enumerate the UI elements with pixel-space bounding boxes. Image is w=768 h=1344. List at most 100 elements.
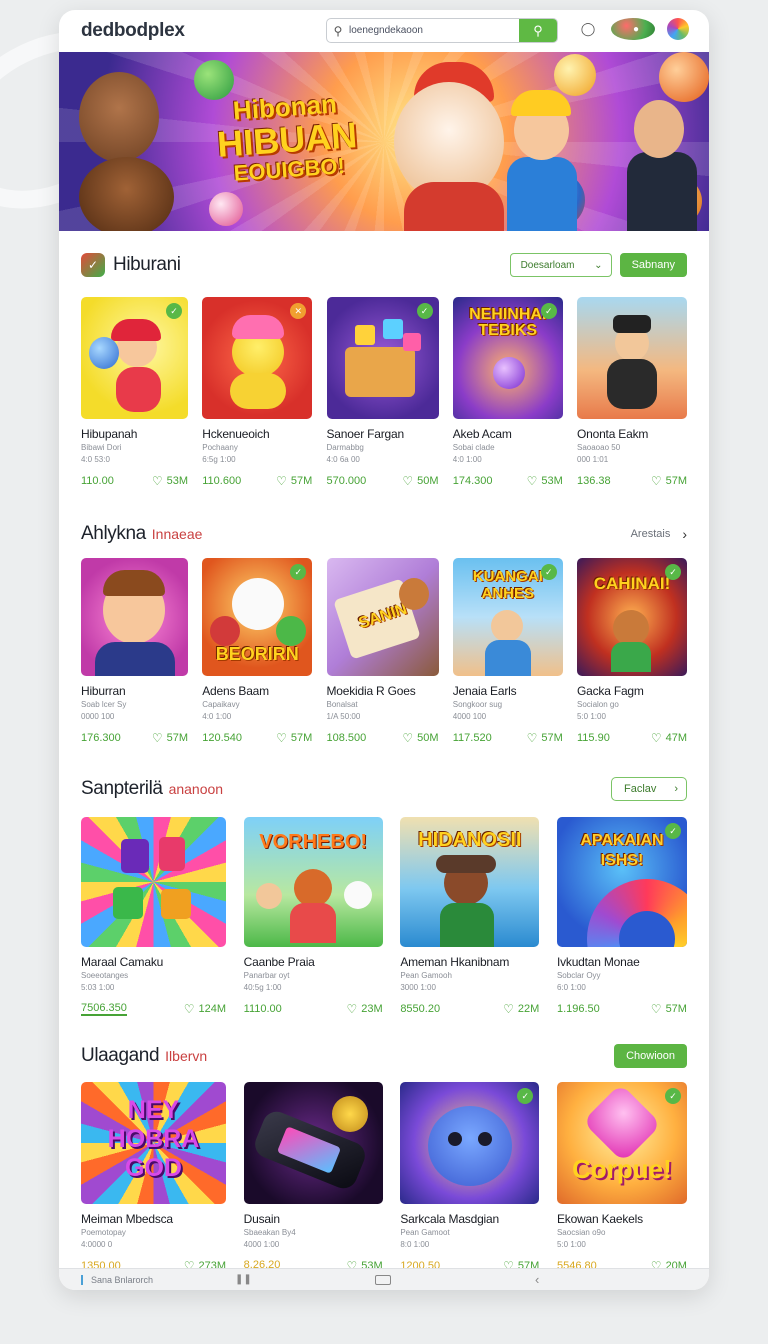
game-thumbnail[interactable]: CAHINAI! ✓ [577, 558, 687, 676]
game-thumbnail[interactable]: APAKAIAN ISHS! ✓ [556, 817, 687, 947]
like-count: ♡ 57M [651, 474, 687, 488]
game-thumbnail[interactable]: NEHINHAI TEBIKS ✓ [452, 297, 563, 419]
game-tile[interactable]: ✓ Sarkcala Masdgian Pean Gamoot 8:0 1:00… [400, 1082, 540, 1273]
game-thumbnail[interactable]: ✓ [81, 297, 188, 419]
search-input[interactable]: loenegndekaoon [349, 25, 519, 36]
heart-icon: ♡ [503, 1002, 514, 1016]
game-tile[interactable]: BEORIRN ✓ Adens Baam Capaikavy 4:0 1:00 … [202, 558, 313, 745]
character-art [490, 610, 523, 642]
thumbnail-art-text: NEY HOBRA GOD [107, 1096, 200, 1182]
game-meta: 40:5g 1:00 [243, 983, 282, 992]
character-art [613, 315, 651, 333]
game-thumbnail[interactable]: VORHEBO! [243, 817, 383, 947]
game-tile[interactable]: Maraal Camaku Soeeotanges 5:03 1:00 7506… [81, 817, 226, 1016]
hero-banner[interactable]: Hibonan HIBUAN EOUIGBO! [59, 52, 709, 231]
like-count: ♡ 50M [402, 731, 438, 745]
sort-dropdown[interactable]: Doesarloam ⌄ [509, 253, 612, 277]
play-count: 117.520 [452, 732, 492, 744]
game-meta: 6:5g 1:00 [202, 455, 236, 464]
game-title: Dusain [243, 1212, 280, 1226]
search-button[interactable]: ⚲ [519, 19, 557, 42]
game-meta: 4000 100 [452, 712, 487, 721]
game-tile[interactable]: Ononta Eakm Saoaoao 50 000 1:01 136.38 ♡… [577, 297, 687, 488]
verified-icon: ✓ [517, 1088, 534, 1104]
game-thumbnail[interactable]: ✓ [400, 1082, 540, 1204]
boy-body [507, 157, 577, 231]
game-tile[interactable]: NEHINHAI TEBIKS ✓ Akeb Acam Sobai clade … [452, 297, 563, 488]
game-tile[interactable]: KUANGAI ANHES ✓ Jenaia Earls Songkoor su… [452, 558, 563, 745]
character-art [398, 578, 429, 610]
notification-icon[interactable]: ◯ [577, 18, 599, 40]
game-thumbnail[interactable]: KUANGAI ANHES ✓ [452, 558, 563, 676]
game-tile[interactable]: ✕ Hckenueoich Pochaany 6:5g 1:00 110.600… [202, 297, 313, 488]
game-tile[interactable]: VORHEBO! Caanbe Praia Panarbar oyt 40:5g… [243, 817, 383, 1016]
game-meta: Bibawi Dori [81, 443, 122, 452]
character-art [232, 578, 285, 630]
game-thumbnail[interactable]: ✕ [202, 297, 313, 419]
gem-art [582, 1083, 662, 1163]
game-tile[interactable]: CAHINAI! ✓ Gacka Fagm Socialon go 5:0 1:… [577, 558, 687, 745]
game-tile[interactable]: APAKAIAN ISHS! ✓ Ivkudtan Monae Sobclar … [556, 817, 687, 1016]
game-meta: Pean Gamoot [400, 1228, 450, 1237]
section-button[interactable]: Sabnany [619, 253, 687, 277]
game-tile[interactable]: Corpue! ✓ Ekowan Kaekels Saocsian o9o 5:… [556, 1082, 687, 1273]
game-thumbnail[interactable] [81, 558, 188, 676]
game-thumbnail[interactable] [243, 1082, 383, 1204]
section-header: ✓ Hiburani Doesarloam ⌄ Sabnany [59, 243, 709, 287]
apps-icon[interactable]: ● [611, 18, 655, 40]
game-tile[interactable]: SANIN Moekidia R Goes Bonalsat 1/A 50:00… [326, 558, 439, 745]
game-thumbnail[interactable]: BEORIRN ✓ [202, 558, 313, 676]
game-tile[interactable]: Hiburran Soab lcer Sy 0000 100 176.300 ♡… [81, 558, 188, 745]
bottom-navigation-bar: Sana Bnlarorch ❚❚ ‹ [59, 1268, 709, 1290]
game-thumbnail[interactable] [81, 817, 226, 947]
game-title: Ekowan Kaekels [556, 1212, 643, 1226]
game-stats: 110.00 ♡ 53M [81, 474, 188, 488]
game-stats: 7506.350 ♡ 124M [81, 1002, 226, 1016]
chevron-right-icon: › [674, 783, 678, 795]
recent-apps-icon[interactable]: ❚❚ [235, 1274, 252, 1285]
like-count: ♡ 47M [651, 731, 687, 745]
game-meta: 5:0 1:00 [577, 712, 606, 721]
like-count: ♡ 23M [346, 1002, 382, 1016]
game-thumbnail[interactable]: HIDANOSII [400, 817, 540, 947]
section-button[interactable]: Chowioon [614, 1044, 687, 1068]
search-icon: ⚲ [333, 23, 343, 38]
like-count: ♡ 50M [402, 474, 438, 488]
likes-value: 50M [417, 475, 439, 487]
heart-icon: ♡ [402, 474, 414, 488]
candy-ball [209, 192, 243, 226]
game-thumbnail[interactable]: NEY HOBRA GOD [81, 1082, 226, 1204]
game-meta: Sobai clade [452, 443, 495, 452]
game-meta: 0000 100 [81, 712, 115, 721]
play-count: 120.540 [202, 732, 243, 744]
game-thumbnail[interactable]: ✓ [326, 297, 439, 419]
game-title: Jenaia Earls [452, 684, 517, 698]
heart-icon: ♡ [151, 474, 163, 488]
avatar[interactable] [667, 18, 689, 40]
game-tile[interactable]: ✓ Sanoer Fargan Darmabbg 4:0 6a 00 570.0… [326, 297, 439, 488]
app-logo[interactable]: dedbodplex [81, 20, 185, 42]
see-all-link[interactable]: Arestais › [631, 522, 687, 546]
game-thumbnail[interactable] [577, 297, 687, 419]
back-icon[interactable]: ‹ [535, 1272, 539, 1287]
section-button[interactable]: Faclav › [611, 777, 687, 801]
game-thumbnail[interactable]: SANIN [326, 558, 439, 676]
game-stats: 174.300 ♡ 53M [453, 474, 563, 488]
search-box[interactable]: ⚲ loenegndekaoon ⚲ [326, 18, 558, 43]
character-art [111, 319, 161, 341]
game-title: Gacka Fagm [577, 684, 644, 698]
game-meta: 000 1:01 [577, 455, 609, 464]
home-icon[interactable] [375, 1274, 391, 1285]
game-stats: 120.540 ♡ 57M [202, 731, 312, 745]
status-label: Sana Bnlarorch [81, 1274, 153, 1285]
game-stats: 108.500 ♡ 50M [327, 731, 439, 745]
bear-body [404, 182, 504, 231]
candy-ball [554, 54, 596, 96]
section-sanpterila: Sanpterilä ananoon Faclav › Maraal Camak… [59, 767, 709, 1016]
game-tile[interactable]: ✓ Hibupanah Bibawi Dori 4:0 53:0 110.00 … [81, 297, 188, 488]
game-tile[interactable]: Dusain Sbaeakan By4 4000 1:00 8.26.20 ♡ 5… [243, 1082, 383, 1273]
game-meta: 6:0 1:00 [556, 983, 586, 992]
game-thumbnail[interactable]: Corpue! ✓ [556, 1082, 687, 1204]
game-tile[interactable]: NEY HOBRA GOD Meiman Mbedsca Poemotopay … [81, 1082, 226, 1273]
game-tile[interactable]: HIDANOSII Ameman Hkanibnam Pean Gamooh 3… [400, 817, 540, 1016]
